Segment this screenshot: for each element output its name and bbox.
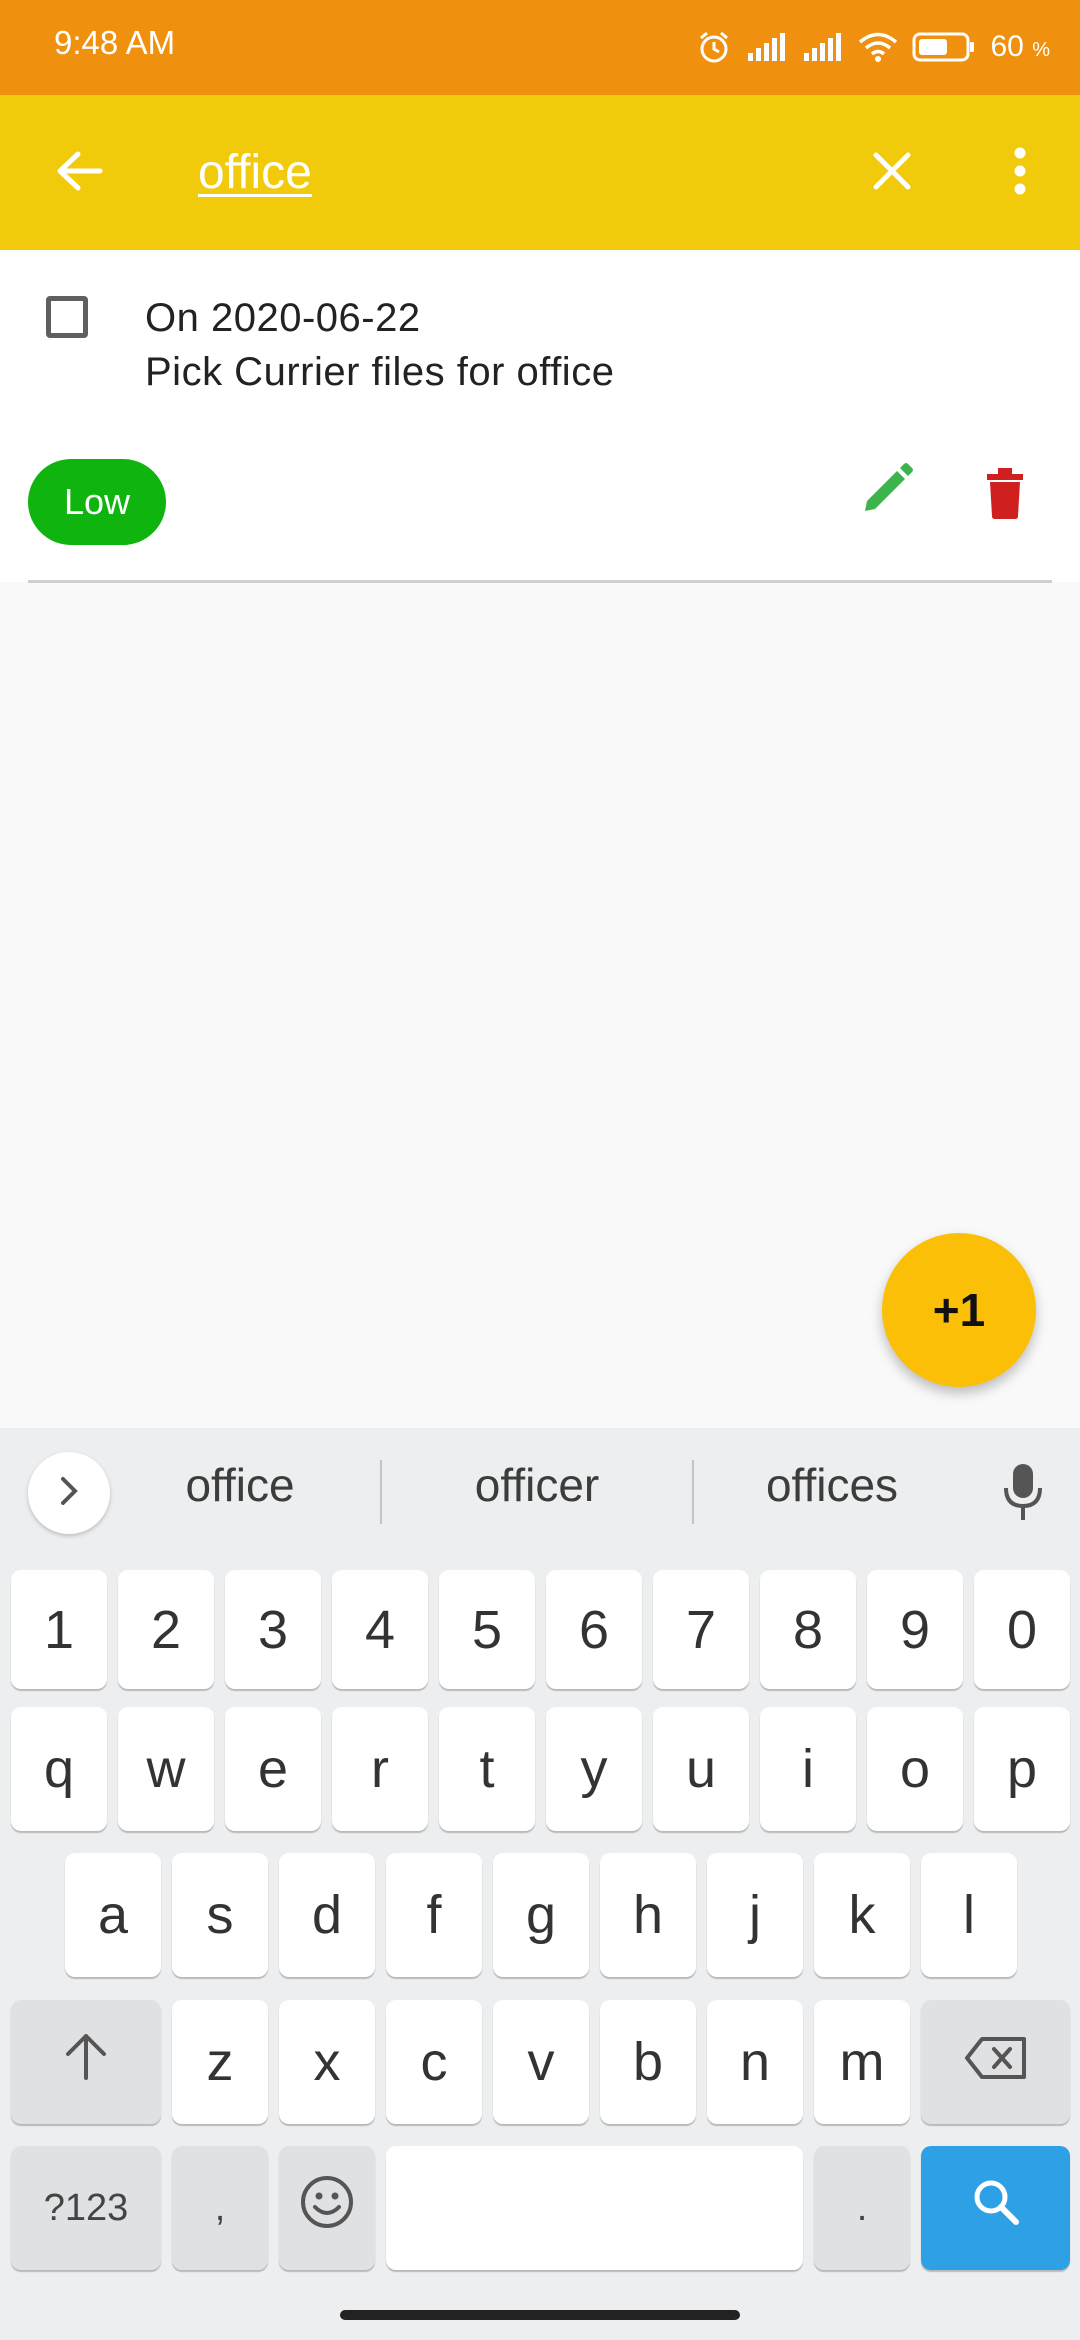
- priority-badge: Low: [28, 459, 166, 545]
- search-icon: [971, 2177, 1021, 2240]
- symbols-key[interactable]: ?123: [11, 2146, 161, 2270]
- key-y[interactable]: y: [546, 1707, 642, 1831]
- task-card: On 2020-06-22 Pick Currier files for off…: [0, 250, 1080, 583]
- space-key[interactable]: [386, 2146, 803, 2270]
- key-s[interactable]: s: [172, 1853, 268, 1977]
- more-vert-icon: [1012, 147, 1028, 200]
- divider: [28, 580, 1052, 583]
- signal-icon: [746, 31, 788, 63]
- key-9[interactable]: 9: [867, 1570, 963, 1689]
- key-h[interactable]: h: [600, 1853, 696, 1977]
- key-g[interactable]: g: [493, 1853, 589, 1977]
- key-t[interactable]: t: [439, 1707, 535, 1831]
- increment-fab[interactable]: +1: [882, 1233, 1036, 1387]
- suggestion-separator: [692, 1460, 694, 1524]
- key-u[interactable]: u: [653, 1707, 749, 1831]
- signal-icon: [802, 31, 844, 63]
- key-c[interactable]: c: [386, 2000, 482, 2124]
- key-z[interactable]: z: [172, 2000, 268, 2124]
- suggestion-expand-button[interactable]: [28, 1452, 110, 1534]
- key-o[interactable]: o: [867, 1707, 963, 1831]
- clear-search-button[interactable]: [852, 133, 932, 213]
- trash-icon: [983, 466, 1027, 525]
- task-checkbox[interactable]: [46, 296, 88, 338]
- emoji-icon: [300, 2175, 354, 2242]
- close-icon: [872, 151, 912, 196]
- alarm-icon: [696, 29, 732, 65]
- key-r[interactable]: r: [332, 1707, 428, 1831]
- key-0[interactable]: 0: [974, 1570, 1070, 1689]
- status-bar: 9:48 AM 60 %: [0, 0, 1080, 95]
- suggestion-3[interactable]: offices: [728, 1458, 936, 1512]
- pencil-icon: [859, 461, 915, 522]
- key-a[interactable]: a: [65, 1853, 161, 1977]
- status-icons: 60 %: [696, 22, 1050, 72]
- battery-icon: [912, 31, 976, 63]
- key-l[interactable]: l: [921, 1853, 1017, 1977]
- key-3[interactable]: 3: [225, 1570, 321, 1689]
- key-b[interactable]: b: [600, 2000, 696, 2124]
- voice-input-button[interactable]: [995, 1456, 1051, 1532]
- wifi-icon: [858, 31, 898, 63]
- comma-key[interactable]: ,: [172, 2146, 268, 2270]
- key-q[interactable]: q: [11, 1707, 107, 1831]
- suggestion-bar: office officer offices: [0, 1428, 1080, 1558]
- back-button[interactable]: [40, 133, 120, 213]
- keyboard: office officer offices 1 2 3 4 5 6 7 8 9…: [0, 1428, 1080, 2340]
- search-key[interactable]: [921, 2146, 1070, 2270]
- suggestion-separator: [380, 1460, 382, 1524]
- backspace-key[interactable]: [921, 2000, 1070, 2124]
- key-6[interactable]: 6: [546, 1570, 642, 1689]
- key-5[interactable]: 5: [439, 1570, 535, 1689]
- key-j[interactable]: j: [707, 1853, 803, 1977]
- key-p[interactable]: p: [974, 1707, 1070, 1831]
- status-time: 9:48 AM: [54, 24, 176, 61]
- suggestion-1[interactable]: office: [140, 1458, 340, 1512]
- key-n[interactable]: n: [707, 2000, 803, 2124]
- app-bar: [0, 95, 1080, 250]
- key-f[interactable]: f: [386, 1853, 482, 1977]
- key-k[interactable]: k: [814, 1853, 910, 1977]
- more-options-button[interactable]: [980, 133, 1060, 213]
- key-x[interactable]: x: [279, 2000, 375, 2124]
- chevron-right-icon: [57, 1475, 81, 1512]
- task-date: On 2020-06-22: [145, 296, 421, 340]
- navigation-handle[interactable]: [340, 2310, 740, 2320]
- arrow-left-icon: [56, 151, 104, 196]
- suggestion-2[interactable]: officer: [430, 1458, 644, 1512]
- shift-key[interactable]: [11, 2000, 161, 2124]
- delete-button[interactable]: [970, 460, 1040, 530]
- backspace-icon: [964, 2031, 1028, 2093]
- key-d[interactable]: d: [279, 1853, 375, 1977]
- key-m[interactable]: m: [814, 2000, 910, 2124]
- key-7[interactable]: 7: [653, 1570, 749, 1689]
- battery-percent: 60 %: [990, 30, 1050, 63]
- microphone-icon: [1003, 1462, 1043, 1527]
- key-1[interactable]: 1: [11, 1570, 107, 1689]
- search-input[interactable]: [198, 137, 818, 207]
- key-8[interactable]: 8: [760, 1570, 856, 1689]
- task-title: Pick Currier files for office: [145, 350, 615, 394]
- key-i[interactable]: i: [760, 1707, 856, 1831]
- key-v[interactable]: v: [493, 2000, 589, 2124]
- key-2[interactable]: 2: [118, 1570, 214, 1689]
- key-4[interactable]: 4: [332, 1570, 428, 1689]
- key-e[interactable]: e: [225, 1707, 321, 1831]
- key-w[interactable]: w: [118, 1707, 214, 1831]
- period-key[interactable]: .: [814, 2146, 910, 2270]
- edit-button[interactable]: [852, 456, 922, 526]
- emoji-key[interactable]: [279, 2146, 375, 2270]
- shift-arrow-icon: [64, 2031, 108, 2093]
